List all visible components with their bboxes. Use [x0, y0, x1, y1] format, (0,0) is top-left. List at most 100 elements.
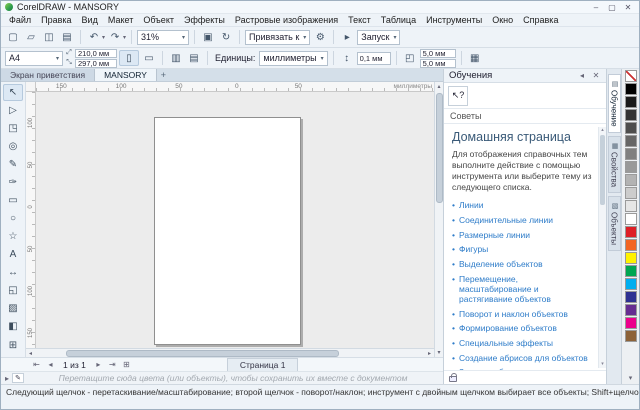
dimension-tool[interactable]: ↔ [3, 264, 23, 281]
menu-layout[interactable]: Макет [103, 14, 138, 27]
color-swatch[interactable] [625, 161, 637, 173]
color-swatch[interactable] [625, 174, 637, 186]
tab-welcome-screen[interactable]: Экран приветствия [1, 69, 95, 81]
color-swatch[interactable] [625, 122, 637, 134]
snap-to-dropdown[interactable]: Привязать к ▾ [245, 30, 310, 45]
refresh-icon[interactable]: ↻ [218, 29, 234, 45]
hint-link-shaping-objects[interactable]: Формирование объектов [459, 323, 557, 333]
first-page-icon[interactable]: ⇤ [31, 359, 42, 370]
no-color-swatch[interactable] [625, 70, 637, 82]
color-swatch[interactable] [625, 291, 637, 303]
hint-link-rotating-skewing[interactable]: Поворот и наклон объектов [459, 309, 568, 319]
open-icon[interactable]: ▱ [23, 29, 39, 45]
whats-this-pointer-icon[interactable]: ↖? [448, 86, 468, 106]
menu-edit[interactable]: Правка [36, 14, 76, 27]
ellipse-tool[interactable]: ○ [3, 210, 23, 227]
print-icon[interactable]: ▤ [59, 29, 75, 45]
undo-icon[interactable]: ↶ [86, 29, 102, 45]
docker-close-icon[interactable]: ✕ [591, 71, 601, 80]
color-swatch[interactable] [625, 278, 637, 290]
all-pages-button[interactable]: ▥ [168, 50, 184, 66]
lock-icon[interactable] [449, 376, 457, 382]
add-page-icon[interactable]: ⊞ [121, 359, 132, 370]
hint-link-outlines[interactable]: Создание абрисов для объектов [459, 353, 588, 363]
full-screen-preview-icon[interactable]: ▣ [200, 29, 216, 45]
docker-scrollbar[interactable]: ▴ ▾ [598, 127, 606, 368]
hint-link-connector-lines[interactable]: Соединительные линии [459, 215, 553, 225]
portrait-orientation-button[interactable]: ▯ [119, 50, 139, 66]
menu-effects[interactable]: Эффекты [179, 14, 230, 27]
hint-link-dimension-lines[interactable]: Размерные линии [459, 230, 530, 240]
color-swatch[interactable] [625, 83, 637, 95]
menu-object[interactable]: Объект [138, 14, 179, 27]
artistic-media-tool[interactable]: ✑ [3, 174, 23, 191]
color-swatch[interactable] [625, 317, 637, 329]
color-swatch[interactable] [625, 330, 637, 342]
text-tool[interactable]: А [3, 246, 23, 263]
document-page[interactable] [154, 117, 301, 345]
transparency-tool[interactable]: ▨ [3, 300, 23, 317]
current-page-button[interactable]: ▤ [186, 50, 202, 66]
landscape-orientation-button[interactable]: ▭ [141, 50, 157, 66]
menu-view[interactable]: Вид [77, 14, 103, 27]
vertical-ruler[interactable]: 100 50 0 50 100 150 [26, 92, 36, 348]
nudge-distance-input[interactable] [357, 52, 391, 65]
color-swatch[interactable] [625, 96, 637, 108]
menu-bitmaps[interactable]: Растровые изображения [230, 14, 343, 27]
launcher-icon[interactable]: ▸ [339, 29, 355, 45]
launch-dropdown[interactable]: Запуск ▾ [357, 30, 400, 45]
undo-dropdown-icon[interactable]: ▾ [102, 34, 105, 41]
duplicate-y-input[interactable] [420, 59, 456, 68]
horizontal-scroll-track[interactable] [35, 349, 425, 358]
toolbox-customize-icon[interactable]: ⊞ [3, 337, 23, 354]
pick-tool[interactable]: ↖ [3, 84, 23, 101]
zoom-tool[interactable]: ◎ [3, 138, 23, 155]
minimize-button[interactable]: – [589, 2, 603, 13]
close-button[interactable]: ✕ [621, 2, 635, 13]
color-swatch[interactable] [625, 187, 637, 199]
hint-link-lines[interactable]: Линии [459, 200, 484, 210]
menu-table[interactable]: Таблица [376, 14, 421, 27]
zoom-level-combo[interactable]: 31% ▾ [137, 30, 189, 45]
color-swatch[interactable] [625, 213, 637, 225]
palette-expand-icon[interactable]: ▾ [629, 374, 633, 382]
crop-tool[interactable]: ◳ [3, 120, 23, 137]
duplicate-x-input[interactable] [420, 49, 456, 58]
palette-flyout-icon[interactable]: ▸ [5, 374, 9, 383]
save-icon[interactable]: ◫ [41, 29, 57, 45]
page-height-input[interactable] [75, 59, 117, 68]
hint-link-special-effects[interactable]: Специальные эффекты [459, 338, 553, 348]
maximize-button[interactable]: ▢ [605, 2, 619, 13]
menu-file[interactable]: Файл [4, 14, 36, 27]
horizontal-scroll-thumb[interactable] [66, 350, 339, 357]
hint-link-shapes[interactable]: Фигуры [459, 244, 488, 254]
color-swatch[interactable] [625, 135, 637, 147]
options-gear-icon[interactable]: ⚙ [312, 29, 328, 45]
horizontal-ruler[interactable]: 150 100 50 0 50 миллиметры [36, 82, 434, 92]
redo-icon[interactable]: ↷ [107, 29, 123, 45]
docker-scroll-track[interactable] [599, 134, 607, 361]
freehand-tool[interactable]: ✎ [3, 156, 23, 173]
docker-tab-properties[interactable]: ▦ Свойства [608, 136, 621, 193]
docker-tab-objects[interactable]: ▧ Объекты [608, 196, 621, 251]
menu-window[interactable]: Окно [487, 14, 518, 27]
color-swatch[interactable] [625, 200, 637, 212]
docker-scroll-thumb[interactable] [600, 135, 605, 205]
last-page-icon[interactable]: ⇥ [107, 359, 118, 370]
grid-options-icon[interactable]: ▦ [467, 50, 483, 66]
drop-shadow-tool[interactable]: ◱ [3, 282, 23, 299]
menu-text[interactable]: Текст [343, 14, 376, 27]
color-swatch[interactable] [625, 148, 637, 160]
page-size-preset-combo[interactable]: A4 ▾ [5, 51, 63, 66]
tab-document-mansory[interactable]: MANSORY [95, 69, 157, 81]
hint-link-moving-scaling[interactable]: Перемещение, масштабирование и растягива… [459, 274, 592, 305]
drawing-canvas[interactable] [36, 92, 434, 348]
new-document-icon[interactable]: ▢ [5, 29, 21, 45]
ruler-origin-corner[interactable] [26, 82, 36, 92]
docker-collapse-icon[interactable]: ◂ [577, 71, 587, 80]
menu-help[interactable]: Справка [518, 14, 563, 27]
color-swatch[interactable] [625, 109, 637, 121]
color-swatch[interactable] [625, 239, 637, 251]
color-swatch[interactable] [625, 304, 637, 316]
horizontal-scrollbar[interactable]: ◂ ▸ [26, 348, 434, 357]
